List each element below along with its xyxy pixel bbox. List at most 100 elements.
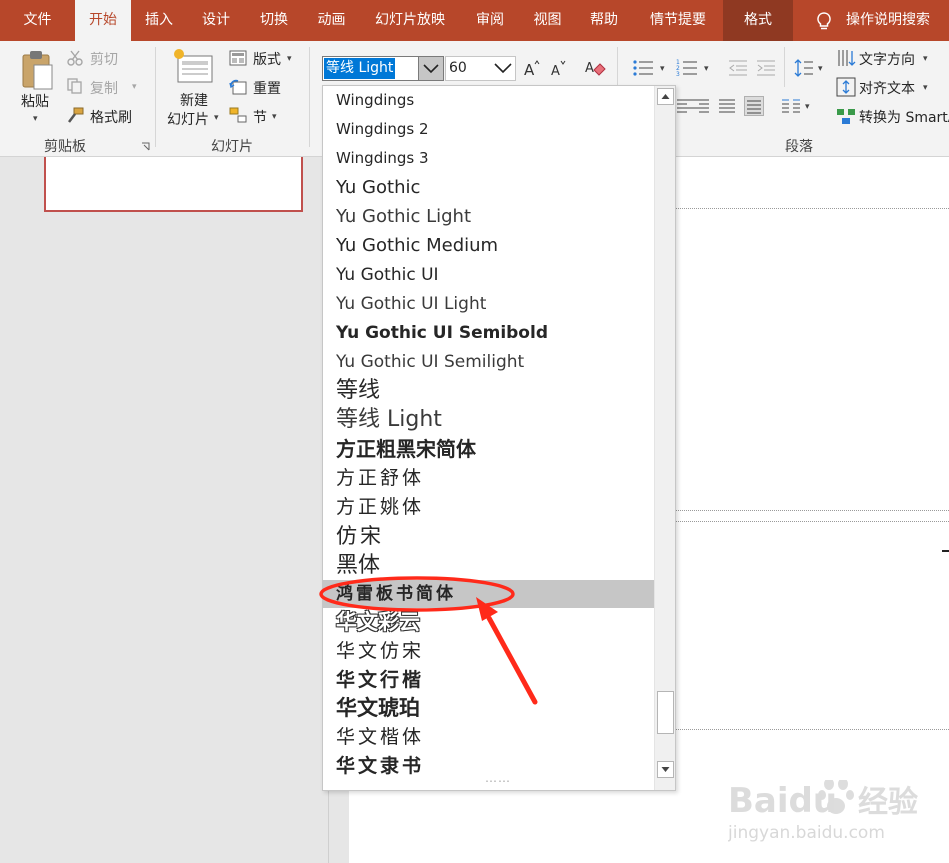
clear-formatting-icon[interactable]: A	[584, 58, 606, 78]
tab-format[interactable]: 格式	[723, 0, 793, 41]
paste-dropdown-icon[interactable]: ▾	[33, 114, 38, 124]
font-item[interactable]: Yu Gothic UI Semibold	[323, 319, 654, 348]
tab-transitions[interactable]: 切换	[245, 0, 303, 41]
font-item[interactable]: 仿宋	[323, 522, 654, 551]
line-spacing-icon[interactable]	[794, 58, 814, 78]
scroll-down-button[interactable]	[657, 761, 674, 778]
text-direction-dropdown-icon[interactable]: ▾	[923, 54, 928, 64]
tell-me-label: 操作说明搜索	[846, 12, 930, 28]
align-text-icon	[836, 77, 856, 97]
slides-group-label: 幻灯片	[211, 139, 253, 155]
layout-dropdown-icon[interactable]: ▾	[287, 54, 292, 64]
font-item[interactable]: Yu Gothic	[323, 173, 654, 202]
distributed-icon[interactable]	[744, 96, 764, 116]
line-spacing-dropdown-icon[interactable]: ▾	[818, 64, 823, 74]
font-item[interactable]: Wingdings 3	[323, 144, 654, 173]
tab-storyboard[interactable]: 情节提要	[633, 0, 723, 41]
new-slide-label-line1[interactable]: 新建	[180, 90, 208, 110]
font-item[interactable]: Yu Gothic UI Light	[323, 290, 654, 319]
font-item[interactable]: Yu Gothic Light	[323, 202, 654, 231]
tab-home[interactable]: 开始	[75, 0, 131, 41]
section-dropdown-icon[interactable]: ▾	[272, 112, 277, 122]
format-painter-button[interactable]: 格式刷	[90, 107, 132, 127]
tab-review[interactable]: 审阅	[460, 0, 520, 41]
font-item[interactable]: Wingdings 2	[323, 115, 654, 144]
font-item[interactable]: Wingdings	[323, 86, 654, 115]
font-item[interactable]: 华文楷体	[323, 723, 654, 752]
tab-help[interactable]: 帮助	[575, 0, 633, 41]
font-item[interactable]: Yu Gothic UI Semilight	[323, 348, 654, 376]
paste-icon[interactable]	[20, 49, 54, 91]
font-item[interactable]: 方正粗黑宋简体	[323, 434, 654, 464]
font-dropdown-list[interactable]: Wingdings Wingdings 2 Wingdings 3 Yu Gothic…	[322, 85, 676, 791]
chevron-down-icon	[494, 63, 512, 74]
font-item[interactable]: 等线 Light	[323, 405, 654, 434]
font-name-dropdown-button[interactable]	[418, 56, 444, 81]
cut-button[interactable]: 剪切	[90, 49, 118, 69]
font-size-dropdown-button[interactable]	[490, 56, 516, 81]
numbering-dropdown-icon[interactable]: ▾	[704, 64, 709, 74]
lightbulb-icon	[817, 12, 831, 30]
baidu-watermark: Baidu 经验 jingyan.baidu.com	[728, 780, 918, 843]
columns-dropdown-icon[interactable]: ▾	[805, 102, 810, 112]
tab-animations[interactable]: 动画	[303, 0, 360, 41]
font-item[interactable]: Yu Gothic UI	[323, 260, 654, 290]
section-button[interactable]: 节	[253, 107, 267, 127]
bullets-icon[interactable]	[632, 59, 654, 77]
dialog-launcher-icon[interactable]	[141, 142, 150, 151]
font-item[interactable]: 方正姚体	[323, 493, 654, 522]
decrease-indent-icon[interactable]	[728, 59, 748, 77]
convert-smartart-button[interactable]: 转换为 SmartArt	[859, 107, 949, 127]
scroll-up-button[interactable]	[657, 88, 674, 105]
columns-icon[interactable]	[781, 98, 801, 114]
clipboard-group-label: 剪贴板	[44, 139, 86, 155]
font-item[interactable]: 方正舒体	[323, 464, 654, 493]
tab-insert[interactable]: 插入	[131, 0, 187, 41]
increase-font-size-icon[interactable]: A	[523, 58, 541, 78]
new-slide-dropdown-icon[interactable]: ▾	[214, 113, 219, 123]
copy-icon	[67, 78, 82, 94]
font-item[interactable]: 华文行楷	[323, 666, 654, 694]
new-slide-icon[interactable]	[173, 48, 215, 84]
cut-icon	[67, 50, 83, 66]
layout-button[interactable]: 版式	[253, 49, 281, 69]
font-item[interactable]: 华文琥珀	[323, 694, 654, 723]
slide-thumbnail[interactable]	[44, 157, 303, 212]
align-right-icon[interactable]	[692, 98, 710, 114]
copy-dropdown-icon[interactable]: ▾	[132, 82, 137, 92]
scrollbar-thumb[interactable]	[657, 691, 674, 734]
tab-design[interactable]: 设计	[187, 0, 245, 41]
justify-icon[interactable]	[718, 98, 736, 114]
font-item[interactable]: 华文仿宋	[323, 637, 654, 666]
svg-text:3: 3	[676, 71, 680, 78]
new-slide-label-line2[interactable]: 幻灯片	[167, 109, 209, 129]
text-cursor	[942, 550, 949, 552]
align-text-dropdown-icon[interactable]: ▾	[923, 83, 928, 93]
resize-grip-icon[interactable]: ⋯⋯	[485, 774, 511, 788]
text-direction-button[interactable]: 文字方向	[859, 49, 915, 69]
group-separator	[309, 47, 310, 147]
font-item[interactable]: 鸿雷板书简体	[323, 580, 654, 608]
decrease-font-size-icon[interactable]: A	[550, 58, 568, 78]
paste-button[interactable]: 粘贴	[21, 91, 49, 111]
slide-thumbnail-pane[interactable]	[0, 157, 329, 863]
reset-button[interactable]: 重置	[253, 78, 281, 98]
tab-slideshow[interactable]: 幻灯片放映	[360, 0, 460, 41]
group-separator	[784, 47, 785, 87]
watermark-brand-cn: 经验	[858, 785, 918, 820]
section-icon	[229, 107, 247, 123]
increase-indent-icon[interactable]	[756, 59, 776, 77]
copy-button[interactable]: 复制	[90, 78, 118, 98]
font-name-selected-text[interactable]: 等线 Light	[324, 58, 396, 79]
tab-file[interactable]: 文件	[0, 0, 75, 41]
font-item[interactable]: 等线	[323, 376, 654, 405]
bullets-dropdown-icon[interactable]: ▾	[660, 64, 665, 74]
font-item[interactable]: Yu Gothic Medium	[323, 231, 654, 260]
font-item[interactable]: 黑体	[323, 551, 654, 580]
align-text-button[interactable]: 对齐文本	[859, 78, 915, 98]
tab-view[interactable]: 视图	[520, 0, 575, 41]
layout-icon	[229, 50, 247, 66]
dropdown-scrollbar[interactable]	[654, 86, 675, 790]
font-item[interactable]: 华文彩云	[323, 608, 654, 637]
numbering-icon[interactable]: 1 2 3	[676, 58, 698, 78]
